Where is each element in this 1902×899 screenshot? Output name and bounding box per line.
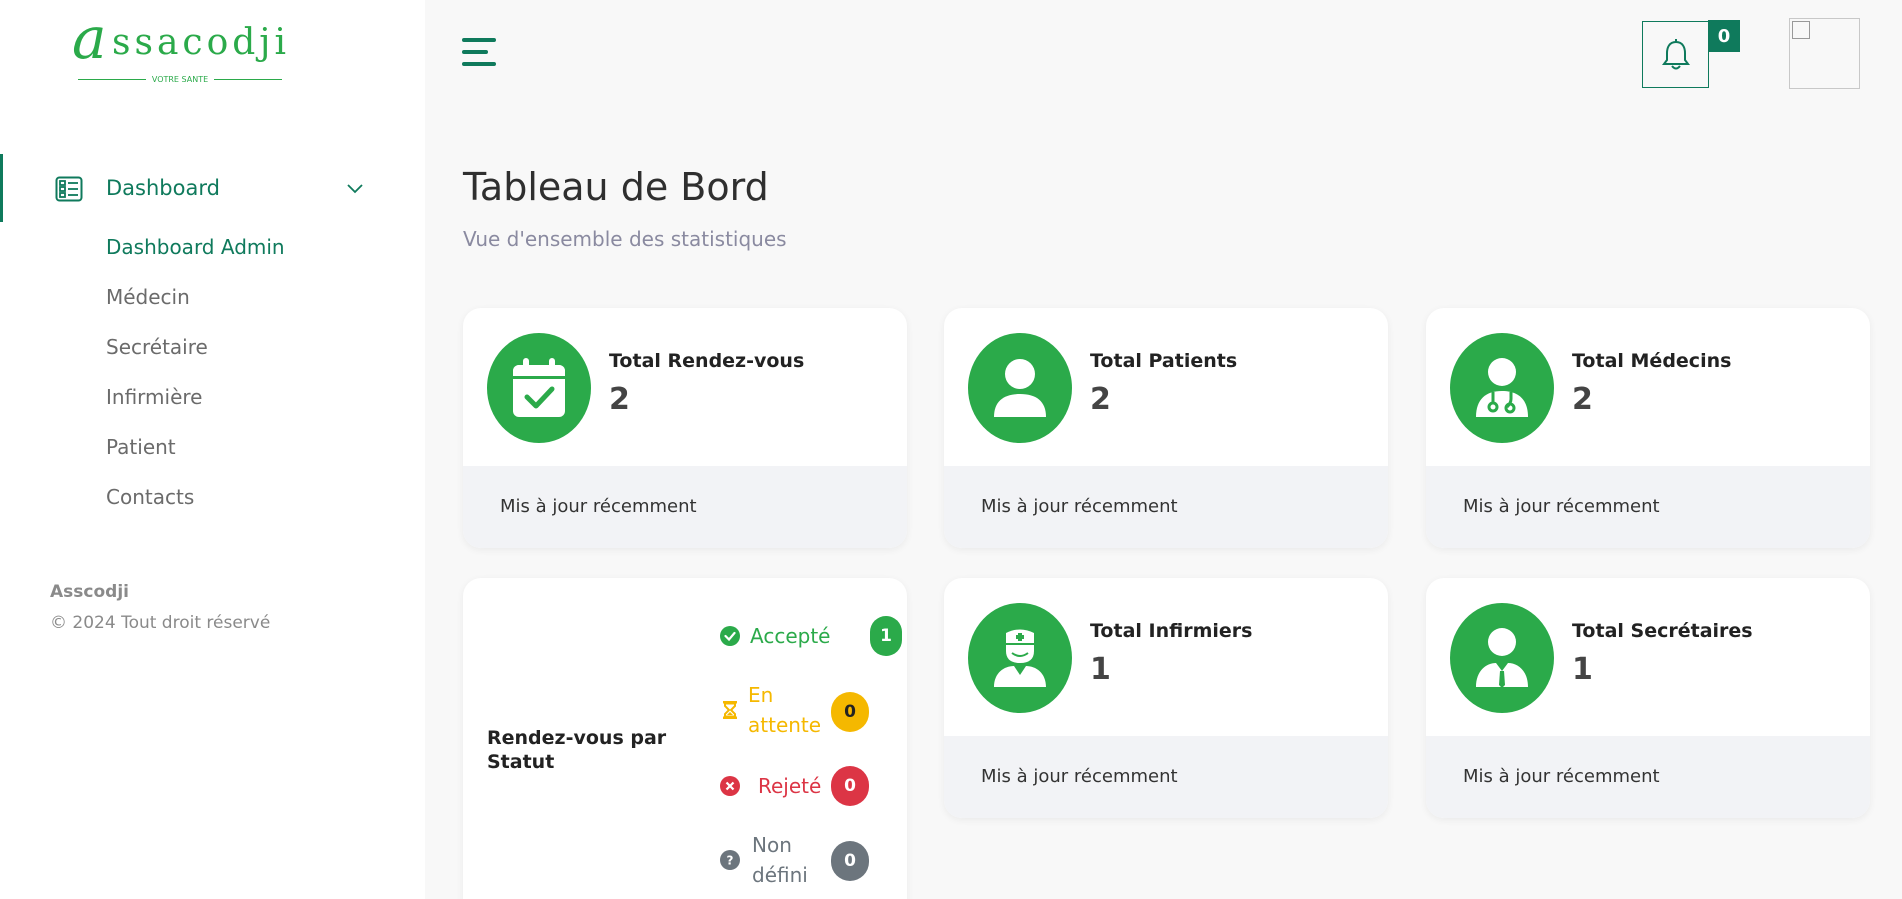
sidebar-item-patient[interactable]: Patient (106, 435, 176, 459)
status-label-line1: Non (752, 833, 792, 857)
stat-title: Total Rendez-vous (609, 350, 805, 372)
page-subtitle: Vue d'ensemble des statistiques (463, 227, 787, 251)
brand-logo[interactable]: a ssacodji VOTRE SANTE (72, 4, 292, 86)
footer-brand-name: Asscodji (50, 582, 129, 602)
dashboard-icon (55, 176, 83, 202)
sidebar-item-contacts[interactable]: Contacts (106, 485, 194, 509)
stat-footer: Mis à jour récemment (981, 766, 1178, 787)
stat-value: 2 (1572, 382, 1593, 417)
status-count-badge: 1 (870, 616, 902, 656)
broken-image-icon (1792, 21, 1810, 39)
stat-title: Total Secrétaires (1572, 620, 1753, 642)
stat-icon-circle (968, 603, 1072, 713)
stat-footer: Mis à jour récemment (981, 496, 1178, 517)
stat-card-secretaires: Total Secrétaires 1 Mis à jour récemment (1426, 578, 1870, 818)
sidebar-item-dashboard-admin[interactable]: Dashboard Admin (106, 235, 285, 259)
status-label: Accepté (750, 624, 831, 648)
sidebar-item-infirmiere[interactable]: Infirmière (106, 385, 202, 409)
status-label-line2: attente (748, 713, 822, 737)
stat-icon-circle (968, 333, 1072, 443)
page-title: Tableau de Bord (463, 165, 769, 209)
status-row-pending: En attente (720, 680, 821, 740)
stat-title: Total Médecins (1572, 350, 1732, 372)
check-circle-icon (720, 626, 740, 646)
active-indicator (0, 154, 3, 222)
stat-value: 2 (609, 382, 630, 417)
appointment-status-card: Rendez-vous par Statut Accepté 1 En atte… (463, 578, 907, 899)
stat-icon-circle (487, 333, 591, 443)
sidebar: a ssacodji VOTRE SANTE Dashboard Dashboa… (0, 0, 425, 899)
sidebar-item-dashboard[interactable]: Dashboard (0, 154, 425, 222)
user-icon (994, 359, 1046, 417)
stat-footer: Mis à jour récemment (1463, 766, 1660, 787)
x-circle-icon (720, 776, 740, 796)
stat-title: Total Patients (1090, 350, 1238, 372)
hamburger-line (462, 62, 496, 66)
user-avatar[interactable] (1789, 18, 1860, 89)
status-label-group: En attente (748, 680, 821, 740)
status-count-badge: 0 (831, 841, 869, 881)
logo-tagline-text: VOTRE SANTE (151, 74, 209, 84)
sidebar-item-secretaire[interactable]: Secrétaire (106, 335, 208, 359)
logo-word: ssacodji (112, 22, 290, 63)
logo-tagline: VOTRE SANTE (78, 72, 283, 86)
hourglass-icon (723, 701, 737, 719)
status-card-title: Rendez-vous par Statut (487, 727, 667, 773)
status-row-accepted: Accepté (720, 621, 830, 651)
stat-value: 2 (1090, 382, 1111, 417)
stat-card-infirmiers: Total Infirmiers 1 Mis à jour récemment (944, 578, 1388, 818)
stat-card-rendez-vous: Total Rendez-vous 2 Mis à jour récemment (463, 308, 907, 548)
menu-toggle-button[interactable] (462, 36, 498, 68)
stat-card-patients: Total Patients 2 Mis à jour récemment (944, 308, 1388, 548)
calendar-check-icon (513, 358, 565, 417)
stat-icon-circle (1450, 333, 1554, 443)
sidebar-item-medecin[interactable]: Médecin (106, 285, 190, 309)
stat-footer: Mis à jour récemment (500, 496, 697, 517)
hamburger-line (462, 50, 488, 54)
stat-value: 1 (1090, 652, 1111, 687)
stat-icon-circle (1450, 603, 1554, 713)
footer-copyright: © 2024 Tout droit réservé (50, 613, 271, 633)
chevron-down-icon[interactable] (346, 182, 364, 194)
notification-count-badge: 0 (1708, 20, 1740, 52)
notifications-button[interactable] (1642, 21, 1709, 88)
secretary-icon (1476, 628, 1528, 688)
stat-value: 1 (1572, 652, 1593, 687)
stat-title: Total Infirmiers (1090, 620, 1253, 642)
bell-icon (1661, 38, 1690, 69)
status-label: Rejeté (758, 774, 822, 798)
sidebar-item-dashboard-label: Dashboard (106, 176, 220, 200)
doctor-icon (1476, 358, 1528, 417)
status-row-undefined: ? Non défini (720, 830, 808, 890)
svg-text:?: ? (727, 854, 734, 868)
stat-footer: Mis à jour récemment (1463, 496, 1660, 517)
status-label-line2: défini (752, 863, 808, 887)
status-label-line1: En (748, 683, 774, 707)
status-label-group: Non défini (752, 830, 808, 890)
status-row-rejected: Rejeté (720, 771, 821, 801)
hamburger-line (462, 38, 496, 42)
question-circle-icon: ? (720, 850, 740, 870)
status-count-badge: 0 (831, 692, 869, 732)
logo-letter: a (72, 4, 107, 72)
status-count-badge: 0 (831, 766, 869, 806)
stat-card-medecins: Total Médecins 2 Mis à jour récemment (1426, 308, 1870, 548)
nurse-icon (994, 629, 1046, 687)
